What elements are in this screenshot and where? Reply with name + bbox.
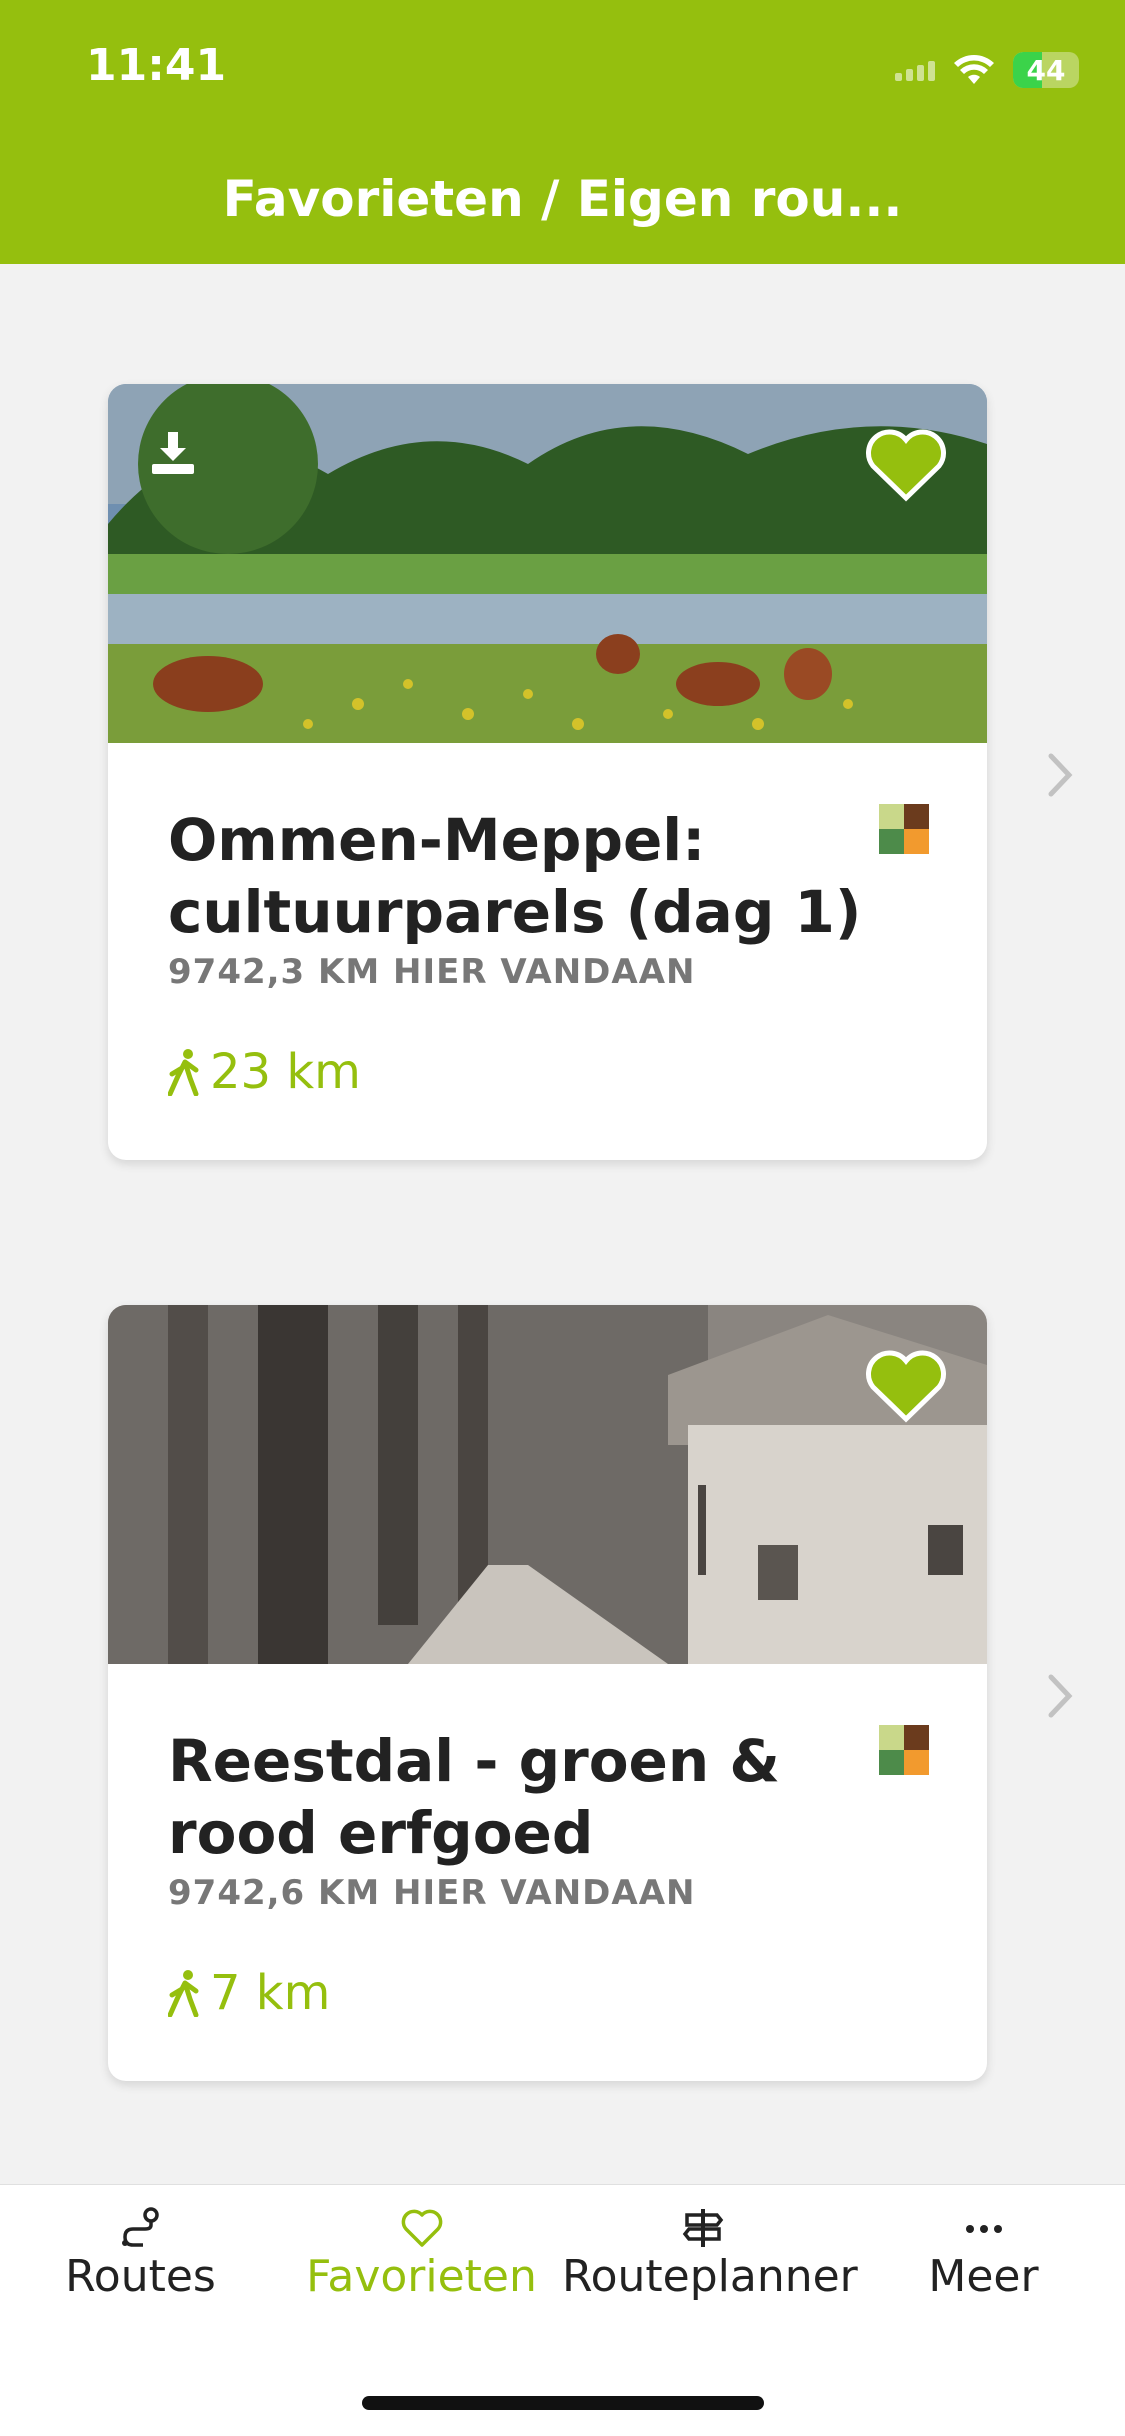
walking-icon [168,1049,199,1096]
tab-label: Routes [65,2251,216,2302]
route-type-icon [879,804,929,854]
route-photo [108,1305,987,1664]
heart-icon [401,2209,442,2247]
route-length-value: 7 km [210,1965,331,2021]
chevron-right-icon[interactable] [1045,1673,1075,1719]
more-dots-icon [965,2225,1002,2233]
cellular-signal-icon [895,59,935,81]
chevron-right-icon[interactable] [1045,752,1075,798]
route-distance-away: 9742,3 KM HIER VANDAAN [168,952,696,992]
route-length: 7 km [168,1965,330,2021]
favorite-heart-icon[interactable] [865,428,947,502]
route-icon [121,2207,159,2247]
home-indicator [362,2396,764,2410]
tab-routes[interactable]: Routes [0,2207,281,2302]
route-length: 23 km [168,1044,361,1100]
route-title: Reestdal - groen & rood erfgoed [168,1727,780,1867]
route-photo [108,384,987,743]
route-length-value: 23 km [210,1044,361,1100]
route-card[interactable]: Ommen-Meppel: cultuurparels (dag 1) 9742… [108,384,987,1160]
signpost-icon [682,2209,723,2247]
route-distance-away: 9742,6 KM HIER VANDAAN [168,1873,696,1913]
top-bar: 11:41 44 Favorieten / Eigen rou... [0,0,1125,264]
tab-label: Routeplanner [562,2251,858,2302]
route-title: Ommen-Meppel: cultuurparels (dag 1) [168,806,862,946]
route-card[interactable]: Reestdal - groen & rood erfgoed 9742,6 K… [108,1305,987,2081]
tab-routeplanner[interactable]: Routeplanner [562,2207,858,2302]
battery-level: 44 [1026,53,1066,87]
route-type-icon [879,1725,929,1775]
tab-label: Favorieten [306,2251,537,2302]
tab-meer[interactable]: Meer [843,2207,1124,2302]
favorite-heart-icon[interactable] [865,1349,947,1423]
tab-label: Meer [928,2251,1039,2302]
tab-favorieten[interactable]: Favorieten [281,2207,562,2302]
downloaded-icon [152,432,194,474]
page-title: Favorieten / Eigen rou... [222,170,903,228]
battery-icon: 44 [1013,52,1079,88]
walking-icon [168,1970,199,2017]
status-time: 11:41 [86,40,227,91]
status-icons: 44 [895,48,1079,92]
wifi-icon [954,55,994,84]
